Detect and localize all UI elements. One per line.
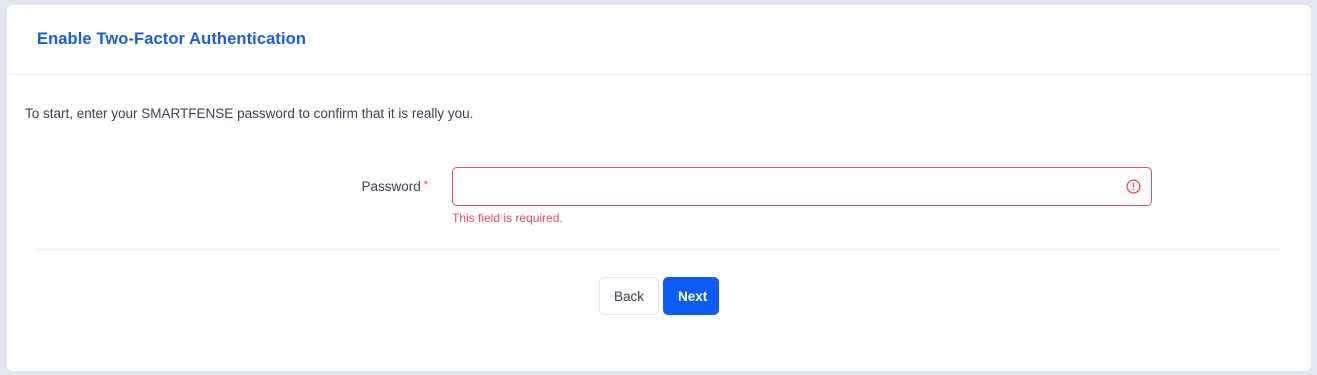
password-form-row: Password * — [7, 167, 1311, 207]
password-input[interactable] — [453, 168, 1117, 203]
divider — [37, 249, 1281, 250]
exclamation-circle-icon — [1126, 179, 1141, 194]
password-error-message: This field is required. — [452, 211, 563, 225]
password-label-text: Password — [361, 179, 421, 194]
card-header: Enable Two-Factor Authentication — [7, 5, 1311, 75]
back-button[interactable]: Back — [599, 277, 659, 315]
form-actions: Back Next — [599, 277, 719, 315]
password-field-wrapper — [452, 167, 1152, 206]
password-label: Password * — [361, 179, 428, 194]
required-marker: * — [423, 179, 428, 191]
intro-text: To start, enter your SMARTFENSE password… — [25, 106, 474, 121]
next-button[interactable]: Next — [663, 277, 719, 315]
two-factor-card: Enable Two-Factor Authentication To star… — [7, 5, 1311, 371]
page-title: Enable Two-Factor Authentication — [37, 29, 307, 48]
